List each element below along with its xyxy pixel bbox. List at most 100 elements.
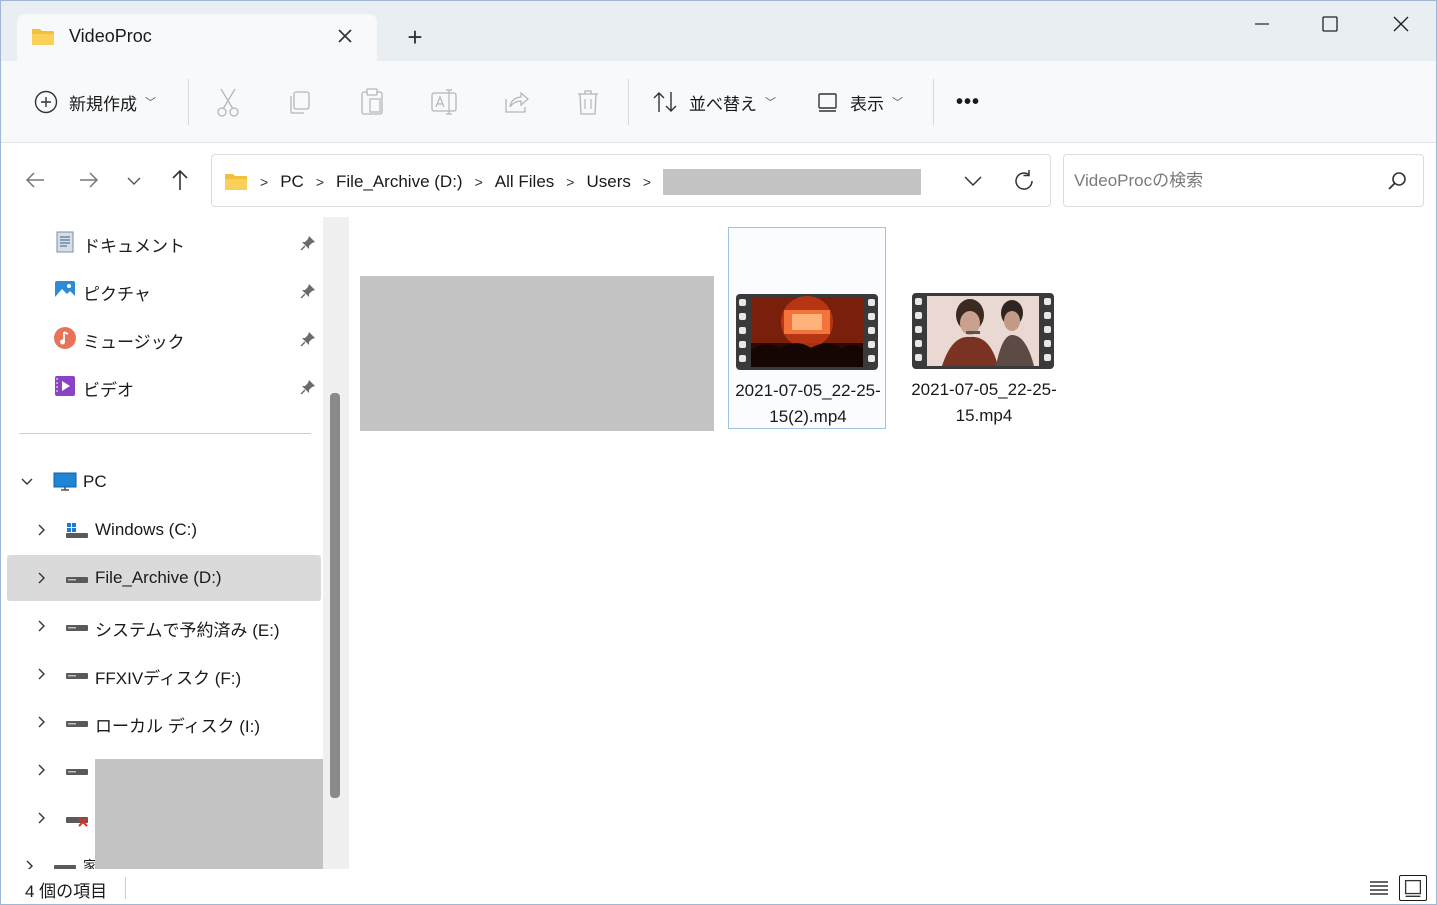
sidebar-item-drive-i[interactable]: ローカル ディスク (I:) bbox=[7, 699, 321, 745]
file-list: 2021-07-05_22-25-15(2).mp4 2021-07-05_22… bbox=[349, 217, 1436, 869]
delete-icon[interactable] bbox=[573, 85, 603, 119]
folder-icon bbox=[225, 174, 247, 190]
address-bar[interactable]: > PC > File_Archive (D:) > All Files > U… bbox=[211, 154, 1051, 207]
copy-icon[interactable] bbox=[285, 85, 315, 119]
chevron-down-icon[interactable] bbox=[19, 473, 35, 491]
pin-icon[interactable] bbox=[299, 234, 317, 252]
disconnected-network-drive-icon bbox=[66, 817, 88, 827]
sidebar-item-label: システムで予約済み (E:) bbox=[95, 621, 280, 640]
sort-button[interactable]: 並べ替え ﹀ bbox=[651, 85, 776, 119]
navigation-pane: ドキュメント ピクチャ ミュージック ビデオ PC Windows (C:) F… bbox=[1, 217, 349, 869]
more-options-button[interactable]: ••• bbox=[956, 85, 980, 119]
file-name: 2021-07-05_22-25-15.mp4 bbox=[911, 380, 1057, 425]
paste-icon[interactable] bbox=[357, 85, 387, 119]
sidebar-item-label: File_Archive (D:) bbox=[95, 568, 222, 587]
redacted-sidebar-region bbox=[95, 759, 323, 869]
breadcrumb-separator-icon: > bbox=[642, 174, 652, 190]
pictures-icon bbox=[55, 281, 75, 299]
maximize-icon[interactable] bbox=[1307, 9, 1353, 39]
new-tab-button[interactable]: + bbox=[401, 23, 429, 51]
chevron-down-icon: ﹀ bbox=[145, 97, 156, 109]
file-item-video-2[interactable]: 2021-07-05_22-25-15.mp4 bbox=[905, 227, 1063, 429]
file-explorer-window: VideoProc + 新規作成 ﹀ 並べ替え ﹀ 表示 ﹀ ••• > PC … bbox=[0, 0, 1437, 905]
music-icon bbox=[54, 327, 76, 349]
sidebar-item-drive-d[interactable]: File_Archive (D:) bbox=[7, 555, 321, 601]
recent-locations-chevron-icon[interactable] bbox=[117, 163, 151, 197]
sidebar-item-documents[interactable]: ドキュメント bbox=[1, 219, 321, 265]
breadcrumb-redacted bbox=[663, 169, 922, 195]
tab-videoproc[interactable]: VideoProc bbox=[17, 14, 377, 62]
drive-icon bbox=[66, 673, 88, 679]
chevron-right-icon[interactable] bbox=[33, 761, 49, 779]
view-button[interactable]: 表示 ﹀ bbox=[816, 85, 903, 119]
sidebar-item-videos[interactable]: ビデオ bbox=[1, 363, 321, 409]
pin-icon[interactable] bbox=[299, 330, 317, 348]
new-button[interactable]: 新規作成 ﹀ bbox=[33, 85, 156, 119]
breadcrumb-separator-icon: > bbox=[260, 174, 269, 190]
file-name: 2021-07-05_22-25-15(2).mp4 bbox=[735, 381, 881, 426]
chevron-right-icon[interactable] bbox=[33, 713, 49, 731]
breadcrumb-file-archive[interactable]: File_Archive (D:) bbox=[336, 172, 463, 192]
file-item-video-1[interactable]: 2021-07-05_22-25-15(2).mp4 bbox=[728, 227, 886, 429]
cut-icon[interactable] bbox=[213, 85, 243, 119]
sidebar-divider bbox=[19, 433, 311, 434]
toolbar-divider bbox=[628, 79, 629, 125]
drive-icon bbox=[66, 577, 88, 583]
chevron-right-icon[interactable] bbox=[33, 665, 49, 683]
address-dropdown-chevron-icon[interactable] bbox=[960, 169, 986, 193]
add-circle-icon bbox=[34, 90, 58, 114]
windows-drive-icon bbox=[66, 523, 88, 538]
back-arrow-icon[interactable] bbox=[19, 163, 53, 197]
sidebar-item-label: ビデオ bbox=[83, 381, 134, 400]
redacted-file-item[interactable] bbox=[360, 276, 714, 431]
chevron-right-icon[interactable] bbox=[33, 569, 49, 587]
sort-label: 並べ替え bbox=[689, 94, 757, 114]
breadcrumb-users[interactable]: Users bbox=[586, 172, 630, 192]
chevron-right-icon[interactable] bbox=[33, 617, 49, 635]
search-icon[interactable] bbox=[1385, 169, 1409, 193]
drive-icon bbox=[66, 721, 88, 727]
chevron-right-icon[interactable] bbox=[33, 809, 49, 827]
close-window-icon[interactable] bbox=[1378, 9, 1424, 39]
sidebar-item-drive-f[interactable]: FFXIVディスク (F:) bbox=[7, 651, 321, 697]
sidebar-scrollbar-thumb[interactable] bbox=[330, 393, 340, 798]
search-box bbox=[1063, 154, 1424, 207]
forward-arrow-icon[interactable] bbox=[71, 163, 105, 197]
view-icon bbox=[818, 93, 837, 112]
breadcrumb-all-files[interactable]: All Files bbox=[495, 172, 555, 192]
tab-title: VideoProc bbox=[69, 26, 152, 46]
sidebar-item-label: ドキュメント bbox=[83, 237, 185, 256]
command-bar: 新規作成 ﹀ 並べ替え ﹀ 表示 ﹀ ••• bbox=[1, 61, 1436, 143]
refresh-icon[interactable] bbox=[1010, 167, 1038, 195]
status-divider bbox=[125, 877, 126, 899]
drive-icon bbox=[66, 625, 88, 631]
sidebar-item-label: ピクチャ bbox=[83, 285, 151, 304]
video-thumbnail-concert-stage bbox=[736, 294, 878, 370]
sidebar-item-drive-c[interactable]: Windows (C:) bbox=[7, 507, 321, 553]
drive-icon bbox=[54, 865, 76, 869]
chevron-right-icon[interactable] bbox=[33, 521, 49, 539]
minimize-icon[interactable] bbox=[1239, 9, 1285, 39]
details-view-icon[interactable] bbox=[1365, 875, 1393, 901]
sidebar-item-music[interactable]: ミュージック bbox=[1, 315, 321, 361]
search-input[interactable] bbox=[1074, 167, 1374, 195]
breadcrumb-separator-icon: > bbox=[315, 174, 324, 190]
toolbar-divider bbox=[188, 79, 189, 125]
pin-icon[interactable] bbox=[299, 378, 317, 396]
chevron-right-icon[interactable] bbox=[21, 857, 37, 869]
up-arrow-icon[interactable] bbox=[163, 163, 197, 197]
close-tab-icon[interactable] bbox=[333, 24, 357, 48]
pin-icon[interactable] bbox=[299, 282, 317, 300]
rename-icon[interactable] bbox=[429, 85, 459, 119]
chevron-down-icon: ﹀ bbox=[892, 97, 903, 109]
share-icon[interactable] bbox=[501, 85, 531, 119]
sidebar-item-label: ローカル ディスク (I:) bbox=[95, 717, 261, 736]
sidebar-item-label: Windows (C:) bbox=[95, 520, 198, 539]
breadcrumb-pc[interactable]: PC bbox=[280, 172, 304, 192]
large-icons-view-icon[interactable] bbox=[1399, 875, 1427, 901]
sidebar-item-label: FFXIVディスク (F:) bbox=[95, 669, 242, 688]
sidebar-item-pc[interactable]: PC bbox=[7, 459, 321, 505]
sidebar-item-drive-e[interactable]: システムで予約済み (E:) bbox=[7, 603, 321, 649]
breadcrumb: > PC > File_Archive (D:) > All Files > U… bbox=[224, 169, 922, 195]
sidebar-item-pictures[interactable]: ピクチャ bbox=[1, 267, 321, 313]
